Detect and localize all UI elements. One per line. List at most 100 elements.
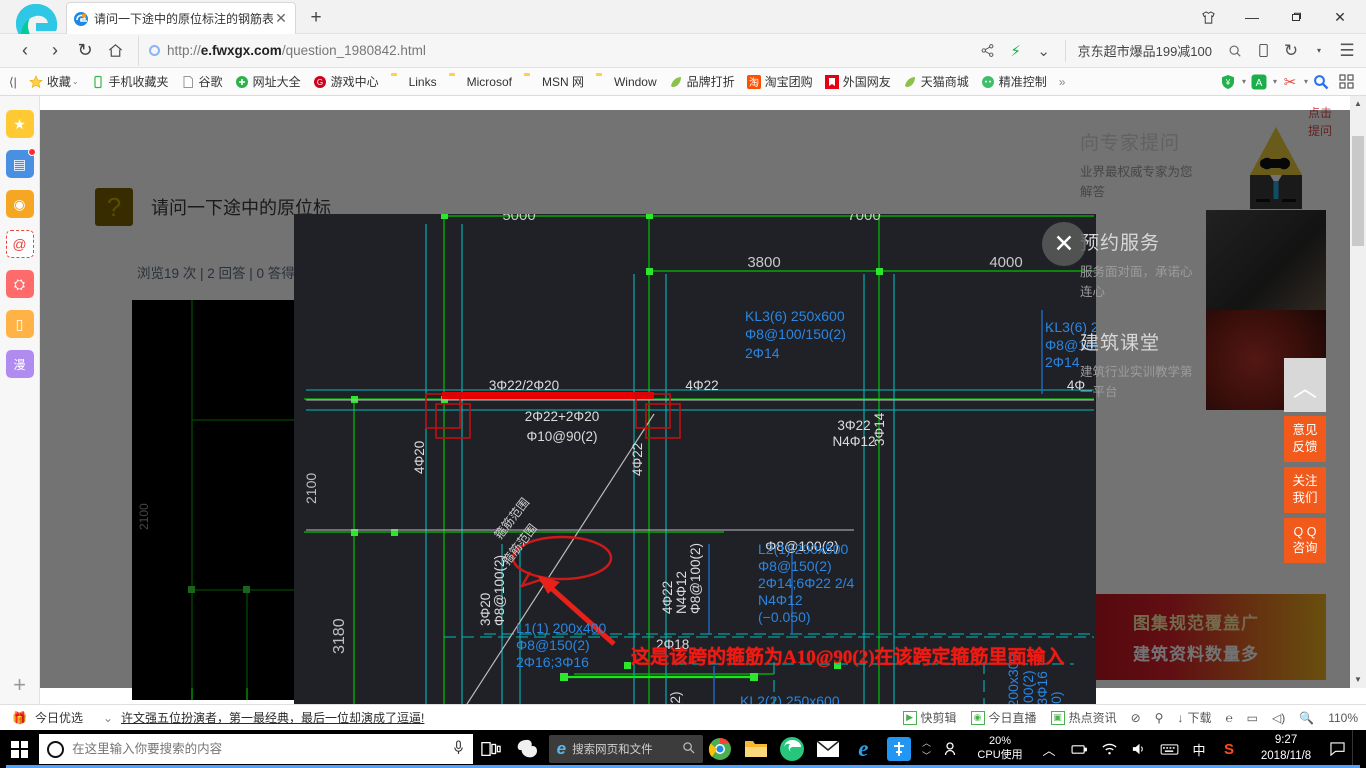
mute-icon[interactable]: ⊘ (1131, 711, 1141, 725)
bookmark-folder-windows[interactable]: Window (591, 71, 662, 93)
tab-close-icon[interactable]: ✕ (273, 10, 289, 27)
pin-icon[interactable]: ⚲ (1155, 711, 1164, 725)
quick-edit-tool[interactable]: ▶ 快剪辑 (902, 709, 957, 726)
browser-search-box[interactable]: 京东超市爆品199减100 (1064, 38, 1248, 64)
feedback-button[interactable]: 意见 反馈 (1284, 416, 1326, 462)
task-view-button[interactable] (473, 730, 509, 768)
minimize-button[interactable]: — (1230, 0, 1274, 34)
address-bar[interactable]: http://e.fwxgx.com/question_1980842.html (138, 35, 975, 66)
translate-icon[interactable]: A (1247, 70, 1271, 94)
live-tool[interactable]: ◉ 今日直播 (970, 709, 1037, 726)
wifi-icon[interactable] (1094, 730, 1124, 768)
app-taskbar-icon[interactable] (881, 730, 917, 768)
usb-icon[interactable] (1064, 730, 1094, 768)
grid-icon[interactable] (1334, 70, 1358, 94)
people-icon[interactable] (936, 730, 966, 768)
zoom-level[interactable]: 110% (1328, 711, 1358, 725)
bookmark-folder-links[interactable]: Links (386, 71, 442, 93)
search-input[interactable] (72, 742, 453, 756)
follow-button[interactable]: 关注 我们 (1284, 466, 1326, 513)
add-app-button[interactable]: + (6, 672, 34, 698)
scroll-up-arrow[interactable]: ▲ (1350, 96, 1366, 112)
microphone-icon[interactable] (452, 740, 465, 758)
bookmark-item-brand-discount[interactable]: 品牌打折 (664, 71, 740, 93)
bookmark-item-tmall[interactable]: 天猫商城 (898, 71, 974, 93)
chevron-down-icon[interactable]: ▾ (1273, 77, 1277, 86)
bookmark-overflow-right[interactable]: » (1054, 71, 1071, 93)
bookmark-item-foreign[interactable]: 外国网友 (820, 71, 896, 93)
shirt-skin-icon[interactable] (1186, 0, 1230, 34)
ie-browser-taskbar-icon[interactable]: e (846, 730, 882, 768)
mail-taskbar-icon[interactable] (810, 730, 846, 768)
ime-indicator[interactable]: 中 (1184, 730, 1214, 768)
favorites-icon[interactable]: ★ (5, 110, 34, 138)
taskbar-overflow-chevrons[interactable]: ︿ ﹀ (917, 730, 936, 768)
chevron-down-icon[interactable]: ▾ (1242, 77, 1246, 86)
comics-icon[interactable]: 漫 (5, 350, 34, 378)
reload-button[interactable]: ↻ (70, 36, 100, 66)
magnifier-icon[interactable] (1309, 70, 1333, 94)
device-view-icon[interactable] (1250, 38, 1276, 64)
search-icon[interactable] (1222, 38, 1248, 64)
shield-icon[interactable]: ¥ (1216, 70, 1240, 94)
vscroll-thumb[interactable] (1352, 136, 1364, 246)
back-to-top-button[interactable]: ︿ (1284, 358, 1326, 412)
bookmark-folder-microsoft[interactable]: Microsof (444, 71, 517, 93)
history-icon[interactable]: ↻ (1278, 38, 1304, 64)
novel-icon[interactable]: ▯ (5, 310, 34, 338)
bookmark-item-precise-control[interactable]: 精准控制 (976, 71, 1052, 93)
chevron-down-icon[interactable]: ⌄ (1031, 38, 1057, 64)
chevron-down-icon[interactable]: ⌄ (103, 711, 113, 725)
volume-icon[interactable] (1124, 730, 1154, 768)
taskbar-search[interactable] (39, 734, 474, 764)
edge-taskbar-icon[interactable] (774, 730, 810, 768)
scissors-icon[interactable]: ✂ (1278, 70, 1302, 94)
back-button[interactable]: ‹ (10, 36, 40, 66)
sogou-icon[interactable]: S (1214, 730, 1244, 768)
start-button[interactable] (0, 730, 39, 768)
close-window-button[interactable]: ✕ (1318, 0, 1362, 34)
qq-button[interactable]: Q Q 咨询 (1284, 517, 1326, 564)
caret-small-icon[interactable]: ▾ (1306, 38, 1332, 64)
bookmark-item-taobao[interactable]: 淘 淘宝团购 (742, 71, 818, 93)
menu-icon[interactable]: ☰ (1334, 38, 1360, 64)
chevron-down-icon[interactable]: ⌄ (72, 77, 79, 86)
search-icon[interactable] (682, 741, 695, 757)
chevron-down-icon[interactable]: ▾ (1304, 77, 1308, 86)
window-icon[interactable]: ▭ (1247, 711, 1258, 725)
ie-taskbar-button[interactable]: e 搜索网页和文件 (548, 735, 703, 763)
games-icon[interactable]: ⛭ (5, 270, 34, 298)
bookmark-item-google[interactable]: 谷歌 (176, 71, 228, 93)
action-center-icon[interactable] (1322, 730, 1352, 768)
bookmark-item-hao123[interactable]: 网址大全 (230, 71, 306, 93)
forward-button[interactable]: › (40, 36, 70, 66)
browser-tab[interactable]: 请问一下途中的原位标注的钢筋表 ✕ (66, 2, 296, 34)
bookmark-item-favorites[interactable]: 收藏 ⌄ (24, 71, 84, 93)
explorer-taskbar-icon[interactable] (738, 730, 774, 768)
maximize-button[interactable] (1274, 0, 1318, 34)
scroll-down-arrow[interactable]: ▼ (1350, 672, 1366, 688)
bookmark-overflow-left[interactable]: ⟨| (4, 71, 22, 93)
cpu-usage-indicator[interactable]: 20% CPU使用 (966, 735, 1034, 763)
chrome-taskbar-icon[interactable] (703, 730, 739, 768)
today-label[interactable]: 今日优选 (35, 709, 83, 726)
search-small-icon[interactable]: 🔍 (1299, 711, 1314, 725)
cortana-taskbar-icon[interactable] (509, 730, 545, 768)
download-tool[interactable]: ↓ 下载 (1177, 709, 1211, 726)
close-icon[interactable]: ✕ (1042, 222, 1086, 266)
bookmark-item-gamecenter[interactable]: G 游戏中心 (308, 71, 384, 93)
home-button[interactable] (100, 36, 130, 66)
mail-icon[interactable]: @ (5, 230, 34, 258)
news-icon[interactable]: ▤ (5, 148, 36, 178)
hot-news-tool[interactable]: ▣ 热点资讯 (1050, 709, 1117, 726)
bookmark-item-mobile-favorites[interactable]: 手机收藏夹 (86, 71, 174, 93)
news-headline[interactable]: 许文强五位扮演者，第一最经典，最后一位却演成了逗逼! (121, 709, 424, 726)
vertical-scrollbar[interactable]: ▲ ▼ (1350, 96, 1366, 688)
keyboard-icon[interactable] (1154, 730, 1184, 768)
share-icon[interactable] (975, 38, 1001, 64)
lightning-icon[interactable]: ⚡ (1003, 38, 1029, 64)
tray-chevron-icon[interactable]: ︿ (1034, 730, 1064, 768)
volume-icon[interactable]: ◁) (1272, 711, 1285, 725)
show-desktop-button[interactable] (1352, 730, 1364, 768)
cad-image-modal[interactable]: ✕ 5000 7000 3800 4000 2100 3180 3Φ22/2Φ2… (294, 214, 1096, 704)
